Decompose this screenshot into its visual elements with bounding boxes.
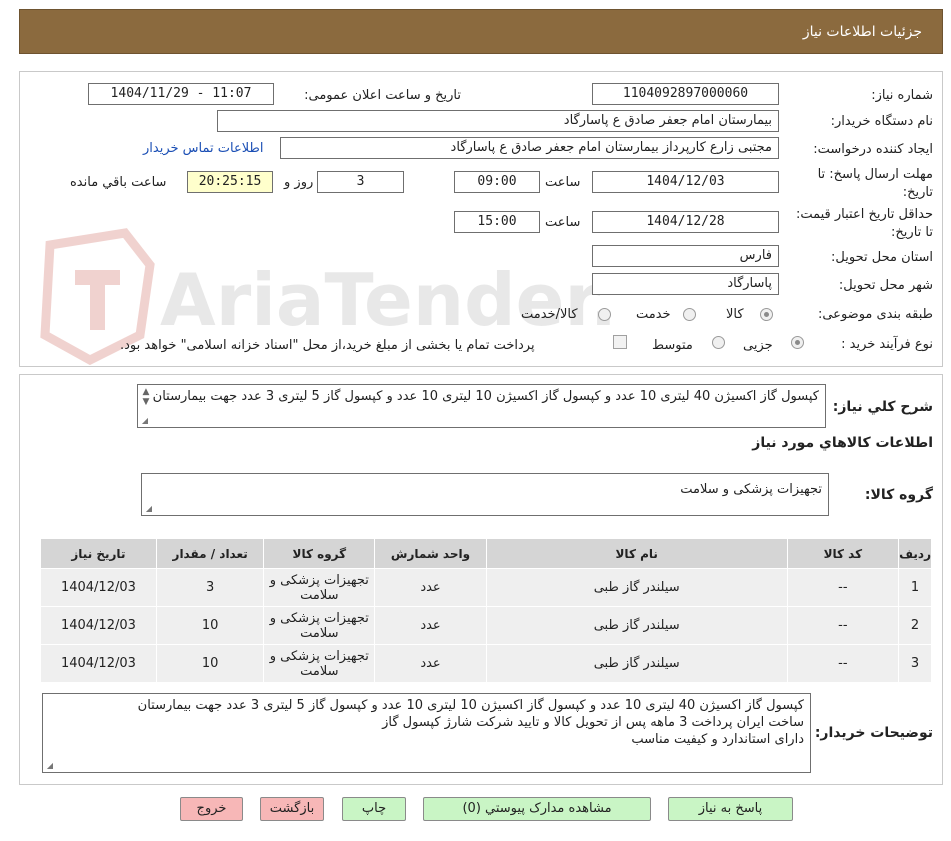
cell-group: تجهیزات پزشکی و سلامت — [263, 568, 376, 607]
resize-grip-icon[interactable]: ◢ — [140, 417, 148, 425]
goods-group-label: گروه کالا: — [864, 487, 933, 503]
reply-deadline-label: مهلت ارسال پاسخ: تا تاریخ: — [817, 167, 933, 200]
validity-date-field: 1404/12/28 — [592, 211, 779, 233]
resize-grip-icon[interactable]: ◢ — [45, 762, 53, 770]
days-field: 3 — [317, 171, 404, 193]
table-row: 2 -- سیلندر گاز طبی عدد تجهیزات پزشکی و … — [40, 606, 932, 645]
cell-qty: 10 — [155, 644, 265, 683]
goods-group-text: تجهیزات پزشکی و سلامت — [680, 482, 822, 497]
cell-name: سیلندر گاز طبی — [485, 568, 788, 607]
table-row: 1 -- سیلندر گاز طبی عدد تجهیزات پزشکی و … — [40, 568, 932, 607]
remaining-time-field: 20:25:15 — [187, 171, 273, 193]
remaining-label: ساعت باقي مانده — [70, 175, 167, 190]
col-qty-header: تعداد / مقدار — [155, 538, 265, 569]
print-button[interactable]: چاپ — [342, 797, 406, 821]
cell-name: سیلندر گاز طبی — [485, 644, 788, 683]
validity-time-field: 15:00 — [454, 211, 540, 233]
reply-time-label: ساعت — [545, 175, 581, 190]
cell-row: 1 — [898, 568, 932, 607]
process-label: نوع فرآیند خرید : — [841, 337, 933, 352]
col-group-header: گروه کالا — [263, 538, 376, 569]
buyer-org-field: بیمارستان امام جعفر صادق ع پاسارگاد — [217, 110, 779, 132]
col-date-header: تاریخ نیاز — [40, 538, 157, 569]
cell-date: 1404/12/03 — [40, 568, 157, 607]
cell-group: تجهیزات پزشکی و سلامت — [263, 606, 376, 645]
process-minor-label: جزیی — [743, 338, 773, 353]
summary-label: شرح كلي نياز: — [832, 399, 933, 415]
cell-code: -- — [786, 606, 900, 645]
buyer-contact-link[interactable]: اطلاعات تماس خریدار — [143, 141, 263, 156]
category-label: طبقه بندی موضوعی: — [817, 307, 933, 322]
reply-time-field: 09:00 — [454, 171, 540, 193]
items-section-title: اطلاعات كالاهاي مورد نياز — [752, 435, 933, 451]
col-code-header: کد کالا — [786, 538, 900, 569]
buyer-notes-textarea[interactable]: کپسول گاز اکسیژن 40 لیتری 10 عدد و کپسول… — [42, 693, 811, 773]
validity-time-label: ساعت — [545, 215, 581, 230]
process-medium-label: متوسط — [652, 338, 693, 353]
summary-text: کپسول گاز اکسیژن 40 لیتری 10 عدد و کپسول… — [152, 389, 819, 404]
payment-note: پرداخت تمام یا بخشی از مبلغ خرید،از محل … — [120, 338, 535, 353]
province-label: استان محل تحویل: — [831, 250, 933, 265]
category-service-label: خدمت — [636, 307, 671, 322]
cell-unit: عدد — [374, 644, 487, 683]
process-minor-radio[interactable] — [791, 336, 804, 349]
announce-label: تاریخ و ساعت اعلان عمومی: — [304, 88, 461, 103]
city-field: پاسارگاد — [592, 273, 779, 295]
reply-button[interactable]: پاسخ به نياز — [668, 797, 793, 821]
category-both-label: کالا/خدمت — [521, 307, 578, 322]
buyer-notes-line-2: ساخت ایران پرداخت 3 ماهه پس از تحویل کال… — [382, 715, 804, 730]
items-table: ردیف کد کالا نام کالا واحد شمارش گروه کا… — [40, 538, 932, 683]
reply-date-field: 1404/12/03 — [592, 171, 779, 193]
creator-field: مجتبی زارع کارپرداز بیمارستان امام جعفر … — [280, 137, 779, 159]
cell-date: 1404/12/03 — [40, 644, 157, 683]
col-unit-header: واحد شمارش — [374, 538, 487, 569]
process-medium-radio[interactable] — [712, 336, 725, 349]
category-goods-label: کالا — [726, 307, 744, 322]
col-name-header: نام کالا — [485, 538, 788, 569]
announce-datetime-field: 1404/11/29 - 11:07 — [88, 83, 274, 105]
cell-name: سیلندر گاز طبی — [485, 606, 788, 645]
scroll-arrows-icon[interactable]: ▲ ▼ — [140, 387, 152, 417]
days-label: روز و — [284, 175, 314, 190]
category-goods-radio[interactable] — [760, 308, 773, 321]
cell-code: -- — [786, 644, 900, 683]
exit-button[interactable]: خروج — [180, 797, 243, 821]
resize-grip-icon[interactable]: ◢ — [144, 505, 152, 513]
city-label: شهر محل تحویل: — [838, 278, 933, 293]
treasury-checkbox[interactable] — [613, 335, 627, 349]
table-row: 3 -- سیلندر گاز طبی عدد تجهیزات پزشکی و … — [40, 644, 932, 683]
cell-code: -- — [786, 568, 900, 607]
buyer-notes-line-1: کپسول گاز اکسیژن 40 لیتری 10 عدد و کپسول… — [137, 698, 804, 713]
goods-group-textarea[interactable]: تجهیزات پزشکی و سلامت ◢ — [141, 473, 829, 516]
category-service-radio[interactable] — [683, 308, 696, 321]
buyer-notes-label: توضیحات خریدار: — [814, 725, 933, 741]
province-field: فارس — [592, 245, 779, 267]
cell-qty: 10 — [155, 606, 265, 645]
page-header: جزئیات اطلاعات نیاز — [19, 9, 943, 54]
category-both-radio[interactable] — [598, 308, 611, 321]
buyer-org-label: نام دستگاه خریدار: — [830, 114, 933, 129]
creator-label: ایجاد کننده درخواست: — [813, 142, 933, 157]
cell-row: 3 — [898, 644, 932, 683]
col-row-header: ردیف — [898, 538, 932, 569]
need-number-field: 1104092897000060 — [592, 83, 779, 105]
validity-label: حداقل تاریخ اعتبار قیمت: تا تاریخ: — [795, 207, 933, 240]
need-number-label: شماره نیاز: — [871, 88, 933, 103]
cell-row: 2 — [898, 606, 932, 645]
cell-unit: عدد — [374, 606, 487, 645]
summary-textarea[interactable]: کپسول گاز اکسیژن 40 لیتری 10 عدد و کپسول… — [137, 384, 826, 428]
cell-qty: 3 — [155, 568, 265, 607]
cell-unit: عدد — [374, 568, 487, 607]
back-button[interactable]: بازگشت — [260, 797, 324, 821]
cell-date: 1404/12/03 — [40, 606, 157, 645]
buyer-notes-line-3: دارای استاندارد و کیفیت مناسب — [631, 732, 804, 747]
cell-group: تجهیزات پزشکی و سلامت — [263, 644, 376, 683]
table-header-row: ردیف کد کالا نام کالا واحد شمارش گروه کا… — [40, 538, 932, 569]
page-title: جزئیات اطلاعات نیاز — [802, 24, 922, 40]
attachments-button[interactable]: مشاهده مدارک پيوستي (0) — [423, 797, 651, 821]
